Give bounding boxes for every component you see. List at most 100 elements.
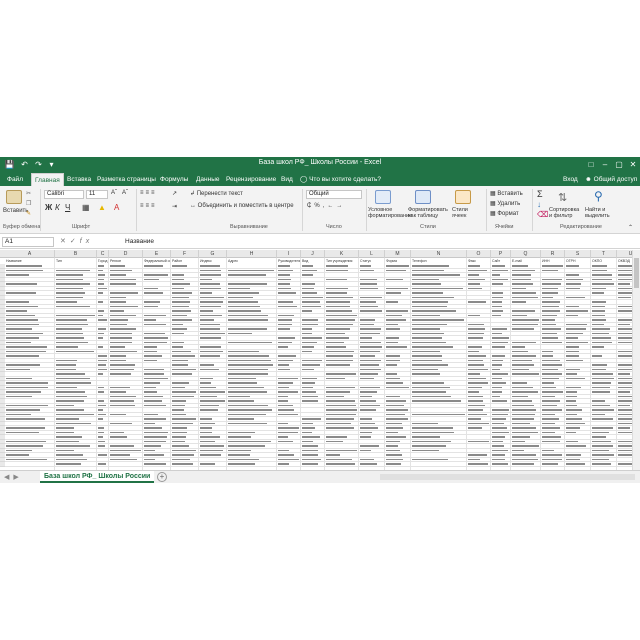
cell[interactable]: [110, 278, 137, 281]
cell[interactable]: [566, 427, 581, 429]
horizontal-align-icons[interactable]: ≡≡≡: [140, 203, 157, 209]
cell[interactable]: [592, 445, 613, 447]
cell[interactable]: [542, 436, 562, 438]
cell[interactable]: [302, 364, 321, 366]
cell[interactable]: [326, 373, 357, 375]
cell[interactable]: [278, 413, 299, 416]
minimize-icon[interactable]: –: [598, 157, 612, 172]
cell[interactable]: [144, 314, 167, 317]
cell[interactable]: [492, 364, 502, 366]
cell[interactable]: [172, 422, 193, 425]
cell[interactable]: [412, 319, 465, 321]
cell[interactable]: [200, 404, 219, 407]
cell[interactable]: [144, 395, 164, 398]
cell[interactable]: [278, 346, 288, 348]
tab-data[interactable]: Данные: [193, 173, 222, 186]
cell[interactable]: [512, 265, 529, 267]
cell[interactable]: [542, 463, 558, 465]
cell[interactable]: [6, 445, 44, 447]
cell[interactable]: [302, 463, 319, 465]
cell[interactable]: [302, 332, 312, 335]
cell[interactable]: [618, 382, 632, 384]
cell[interactable]: [468, 283, 481, 285]
cell[interactable]: [492, 458, 506, 461]
restore-icon[interactable]: □: [584, 157, 598, 172]
cell[interactable]: [386, 364, 397, 366]
cell[interactable]: [110, 265, 126, 267]
cell[interactable]: [200, 431, 213, 434]
cell[interactable]: [468, 427, 483, 429]
cell[interactable]: [278, 283, 290, 285]
column-header[interactable]: K: [325, 250, 359, 258]
cell[interactable]: [468, 314, 481, 317]
cell[interactable]: [110, 332, 132, 335]
cell[interactable]: [492, 377, 503, 380]
column-header[interactable]: O: [467, 250, 491, 258]
cell[interactable]: [228, 287, 250, 290]
cell[interactable]: [200, 337, 221, 339]
cell[interactable]: [542, 382, 554, 384]
cell[interactable]: [468, 346, 483, 348]
cell[interactable]: [200, 346, 221, 348]
cell[interactable]: [412, 265, 449, 267]
cell[interactable]: [56, 296, 84, 299]
cell[interactable]: [98, 328, 106, 330]
cell[interactable]: [592, 310, 605, 312]
cell[interactable]: [468, 350, 479, 353]
cell[interactable]: [278, 305, 297, 308]
cell[interactable]: [98, 364, 106, 366]
cell[interactable]: [144, 463, 166, 465]
cell[interactable]: [326, 337, 349, 339]
sort-filter-icon[interactable]: ⇅: [558, 191, 567, 204]
cell[interactable]: [172, 395, 195, 398]
cell[interactable]: [326, 269, 348, 272]
cell[interactable]: [278, 359, 294, 362]
header-cell[interactable]: Статус: [360, 259, 384, 264]
cell[interactable]: [386, 454, 403, 456]
cell[interactable]: [412, 274, 461, 276]
cell[interactable]: [278, 301, 293, 303]
cell[interactable]: [512, 413, 536, 416]
cell[interactable]: [56, 382, 91, 384]
cell[interactable]: [144, 386, 157, 389]
cell[interactable]: [512, 463, 535, 465]
cell[interactable]: [360, 418, 373, 420]
cell[interactable]: [98, 278, 104, 281]
cell[interactable]: [228, 440, 271, 443]
cell[interactable]: [492, 463, 508, 465]
cell[interactable]: [326, 355, 354, 357]
cell[interactable]: [172, 355, 196, 357]
cell[interactable]: [326, 409, 357, 411]
cell[interactable]: [412, 373, 441, 375]
cell[interactable]: [512, 440, 526, 443]
cell[interactable]: [592, 404, 611, 407]
cell[interactable]: [468, 337, 484, 339]
cell[interactable]: [98, 287, 107, 290]
cell[interactable]: [566, 458, 581, 461]
cell[interactable]: [144, 382, 160, 384]
cell[interactable]: [618, 386, 632, 389]
cell[interactable]: [468, 274, 480, 276]
cell[interactable]: [56, 395, 88, 398]
sheet-nav-arrows[interactable]: ◀▶: [4, 473, 23, 481]
cell[interactable]: [618, 373, 631, 375]
cell[interactable]: [56, 377, 91, 380]
cell[interactable]: [302, 454, 318, 456]
cell[interactable]: [302, 449, 318, 452]
cell[interactable]: [6, 404, 49, 407]
header-cell[interactable]: E-mail: [512, 259, 540, 264]
cell[interactable]: [618, 319, 632, 321]
cell[interactable]: [228, 445, 265, 447]
cell[interactable]: [6, 458, 48, 461]
cell[interactable]: [56, 454, 83, 456]
cell[interactable]: [326, 463, 356, 465]
cell[interactable]: [386, 382, 403, 384]
cell[interactable]: [110, 283, 137, 285]
cell[interactable]: [512, 287, 527, 290]
cell[interactable]: [56, 418, 80, 420]
cell[interactable]: [98, 319, 107, 321]
cell[interactable]: [566, 409, 583, 411]
cell[interactable]: [6, 332, 44, 335]
cell[interactable]: [200, 269, 221, 272]
cell[interactable]: [566, 422, 586, 425]
